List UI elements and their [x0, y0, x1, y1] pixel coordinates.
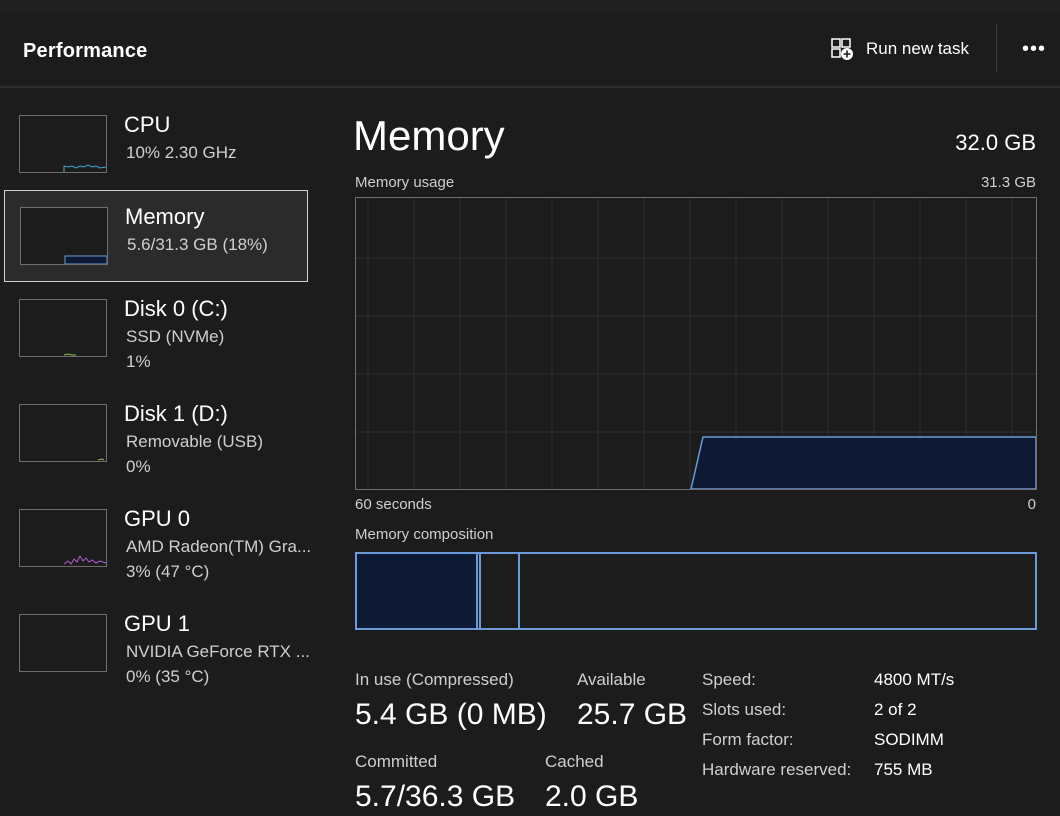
sidebar-item-disk-0[interactable]: Disk 0 (C:) SSD (NVMe) 1%	[4, 284, 308, 376]
run-new-task-label: Run new task	[866, 39, 969, 58]
sidebar-item-subtitle: Removable (USB)	[126, 432, 263, 451]
hardware-reserved-label: Hardware reserved:	[702, 760, 852, 779]
disk1-graph-line	[97, 458, 105, 461]
page-title: Performance	[23, 40, 148, 62]
speed-value: 4800 MT/s	[874, 670, 955, 689]
sidebar-item-title: GPU 1	[124, 611, 191, 636]
time-axis-end: 0	[1027, 496, 1036, 513]
sidebar-item-title: Disk 0 (C:)	[124, 296, 228, 321]
sidebar-item-subtitle: NVIDIA GeForce RTX ...	[126, 642, 310, 661]
form-factor-label: Form factor:	[702, 730, 794, 749]
sidebar-item-detail: 1%	[126, 352, 151, 371]
header-separator	[996, 24, 997, 72]
sidebar-item-subtitle: AMD Radeon(TM) Gra...	[126, 537, 312, 556]
disk1-mini-graph	[19, 404, 107, 462]
memory-usage-max: 31.3 GB	[980, 174, 1036, 191]
time-axis-start: 60 seconds	[355, 496, 432, 513]
memory-composition-label: Memory composition	[355, 526, 494, 543]
resource-title: Memory	[353, 112, 505, 159]
sidebar-item-title: GPU 0	[124, 506, 191, 531]
segment-divider	[479, 554, 481, 628]
segment-divider	[476, 554, 478, 628]
sidebar-item-disk-1[interactable]: Disk 1 (D:) Removable (USB) 0%	[4, 389, 308, 481]
sidebar-item-title: Disk 1 (D:)	[124, 401, 228, 426]
in-use-label: In use (Compressed)	[355, 670, 514, 689]
gpu0-graph-line	[63, 554, 106, 565]
speed-label: Speed:	[702, 670, 756, 689]
disk0-mini-graph	[19, 299, 107, 357]
sidebar-item-gpu-1[interactable]: GPU 1 NVIDIA GeForce RTX ... 0% (35 °C)	[4, 599, 310, 691]
sidebar-item-title: CPU	[124, 112, 171, 137]
available-label: Available	[577, 670, 646, 689]
memory-composition-bar	[355, 552, 1037, 630]
sidebar-item-detail: 0%	[126, 457, 151, 476]
memory-usage-label: Memory usage	[355, 174, 455, 191]
memory-usage-chart	[355, 197, 1037, 490]
total-memory: 32.0 GB	[955, 130, 1036, 155]
sidebar-item-subtitle: SSD (NVMe)	[126, 327, 225, 346]
title-bar-strip	[0, 0, 1060, 12]
hardware-reserved-value: 755 MB	[874, 760, 933, 779]
available-value: 25.7 GB	[577, 698, 688, 731]
sidebar-item-memory[interactable]: Memory 5.6/31.3 GB (18%)	[4, 190, 308, 282]
sidebar-item-cpu[interactable]: CPU 10% 2.30 GHz	[4, 98, 308, 190]
run-new-task-button[interactable]: Run new task	[830, 34, 969, 64]
gpu0-mini-graph	[19, 509, 107, 567]
in-use-segment	[357, 554, 476, 628]
in-use-value: 5.4 GB (0 MB)	[355, 698, 547, 731]
sidebar-item-detail: 3% (47 °C)	[126, 562, 210, 581]
cached-value: 2.0 GB	[545, 780, 639, 813]
more-options-icon: •••	[1021, 38, 1046, 60]
slots-used-label: Slots used:	[702, 700, 787, 719]
sidebar-item-subtitle: 10% 2.30 GHz	[126, 143, 237, 162]
sidebar-item-subtitle: 5.6/31.3 GB (18%)	[127, 235, 268, 254]
cached-label: Cached	[545, 752, 604, 771]
more-options-button[interactable]: •••	[1018, 36, 1050, 62]
slots-used-value: 2 of 2	[874, 700, 917, 719]
sidebar-item-title: Memory	[125, 204, 205, 229]
cpu-mini-graph	[19, 115, 107, 173]
segment-divider	[518, 554, 520, 628]
header-divider	[0, 86, 1060, 88]
memory-usage-graph	[356, 198, 1036, 489]
sidebar-item-detail: 0% (35 °C)	[126, 667, 210, 686]
committed-label: Committed	[355, 752, 438, 771]
gpu1-mini-graph	[19, 614, 107, 672]
committed-value: 5.7/36.3 GB	[355, 780, 516, 813]
run-task-icon	[831, 38, 853, 60]
sidebar-item-gpu-0[interactable]: GPU 0 AMD Radeon(TM) Gra... 3% (47 °C)	[4, 494, 312, 586]
form-factor-value: SODIMM	[874, 730, 944, 749]
cpu-graph-line	[63, 164, 106, 172]
memory-mini-graph	[20, 207, 108, 265]
memory-graph-area	[64, 255, 107, 264]
disk0-graph-line	[63, 353, 76, 356]
